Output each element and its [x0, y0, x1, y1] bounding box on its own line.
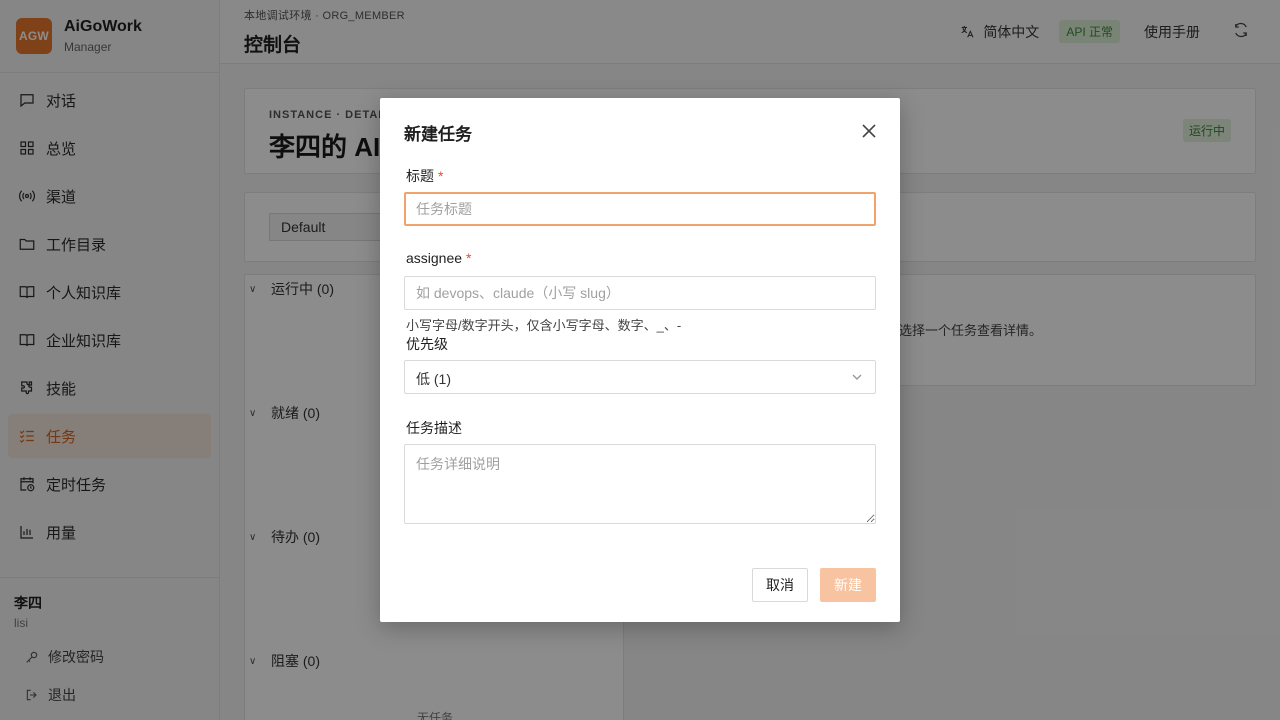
cancel-button[interactable]: 取消 [752, 568, 808, 602]
create-button[interactable]: 新建 [820, 568, 876, 602]
description-label: 任务描述 [406, 420, 462, 436]
close-icon [862, 124, 876, 138]
title-label: 标题 * [406, 168, 444, 184]
assignee-hint: 小写字母/数字开头，仅含小写字母、数字、_、- [406, 318, 682, 333]
new-task-dialog: 新建任务 标题* assignee* 小写字母/数字开头，仅含小写字母、数字、_… [380, 98, 900, 622]
assignee-label: assignee * [406, 250, 472, 266]
priority-label: 优先级 [406, 336, 448, 352]
priority-select[interactable]: 低 (1) [404, 360, 876, 394]
priority-value: 低 (1) [416, 371, 451, 387]
description-textarea[interactable] [404, 444, 876, 524]
chevron-down-icon [851, 370, 863, 382]
close-button[interactable] [860, 122, 878, 140]
title-input[interactable] [404, 192, 876, 226]
assignee-input[interactable] [404, 276, 876, 310]
dialog-title: 新建任务 [404, 125, 472, 144]
